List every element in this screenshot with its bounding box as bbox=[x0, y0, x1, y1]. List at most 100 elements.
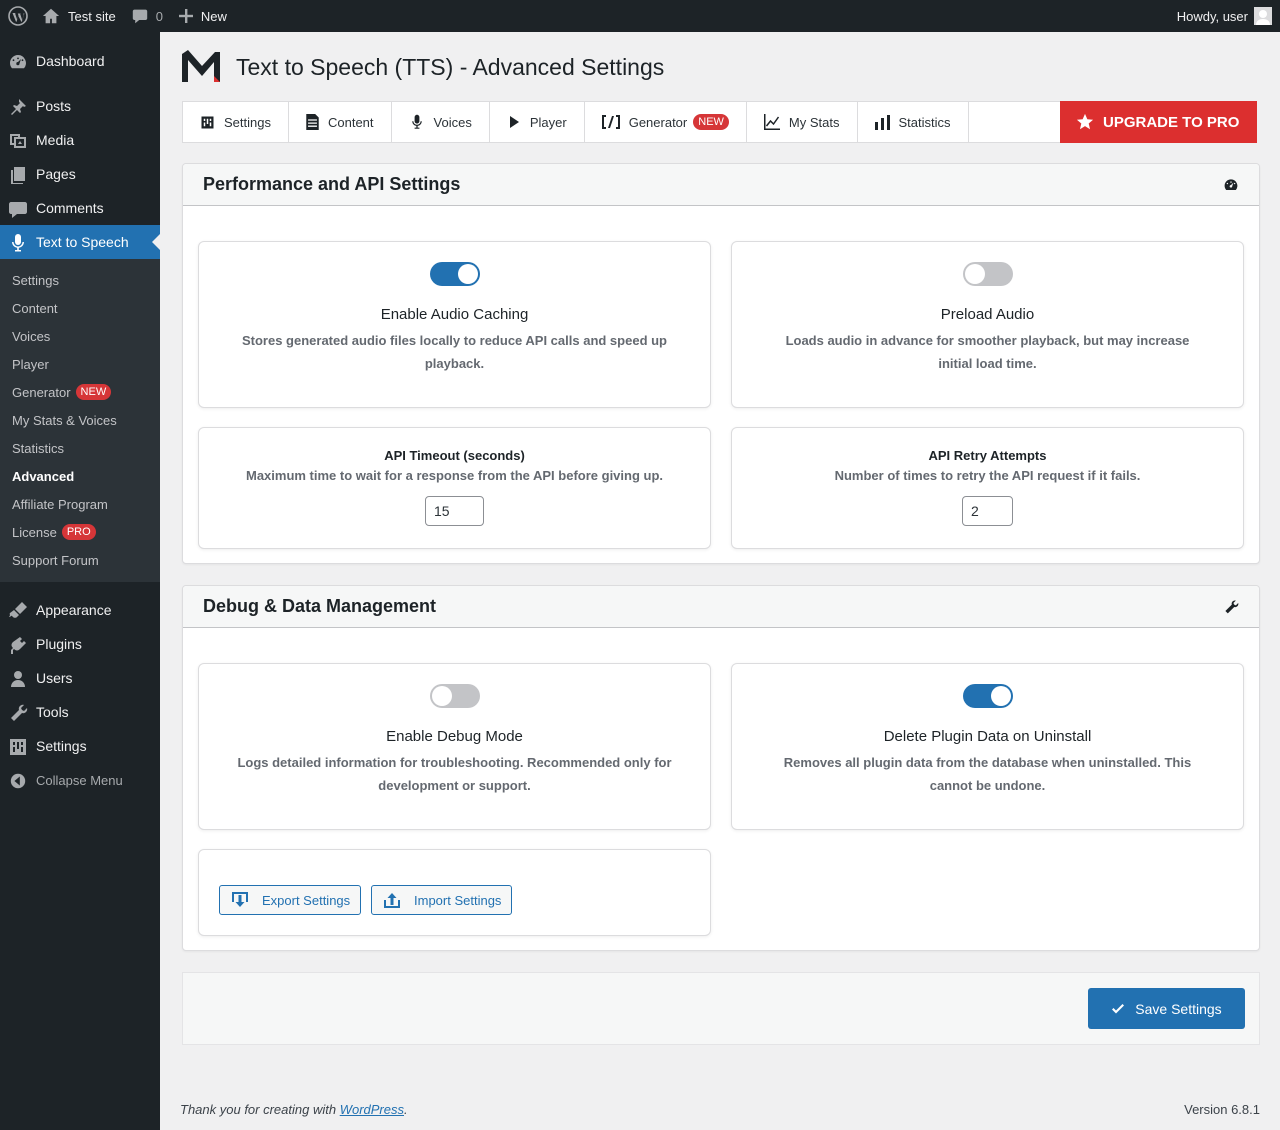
submenu-item-voices[interactable]: Voices bbox=[0, 322, 160, 350]
pages-icon bbox=[8, 165, 28, 185]
tab-statistics[interactable]: Statistics bbox=[858, 102, 969, 142]
submenu-item-player[interactable]: Player bbox=[0, 350, 160, 378]
save-bar: Save Settings bbox=[182, 972, 1260, 1045]
submenu-item-advanced[interactable]: Advanced bbox=[0, 462, 160, 490]
export-settings-button[interactable]: Export Settings bbox=[219, 885, 362, 915]
wrench-icon bbox=[1225, 599, 1239, 613]
chart-bar-icon bbox=[874, 114, 890, 130]
audio-caching-toggle[interactable] bbox=[429, 262, 480, 286]
code-icon bbox=[601, 115, 620, 129]
sidebar-item-dashboard[interactable]: Dashboard bbox=[0, 44, 160, 78]
submenu-item-license[interactable]: License PRO bbox=[0, 518, 160, 546]
submenu-item-settings[interactable]: Settings bbox=[0, 266, 160, 294]
submenu-item-content[interactable]: Content bbox=[0, 294, 160, 322]
footer-version: Version 6.8.1 bbox=[1184, 1102, 1260, 1117]
sidebar-item-pages[interactable]: Pages bbox=[0, 157, 160, 191]
admin-sidebar: Dashboard Posts Media Pages Comments Tex… bbox=[0, 32, 160, 1130]
sidebar-item-settings[interactable]: Settings bbox=[0, 729, 160, 763]
sidebar-item-label: Plugins bbox=[36, 636, 82, 652]
submenu-item-generator[interactable]: Generator NEW bbox=[0, 378, 160, 406]
submenu-item-statistics[interactable]: Statistics bbox=[0, 434, 160, 462]
card-title: Enable Audio Caching bbox=[380, 306, 529, 323]
card-title: Delete Plugin Data on Uninstall bbox=[883, 728, 1092, 745]
text-to-speech-submenu: Settings Content Voices Player Generator… bbox=[0, 259, 160, 582]
comment-icon bbox=[132, 9, 147, 24]
delete-data-toggle[interactable] bbox=[962, 684, 1013, 708]
api-retry-input[interactable] bbox=[962, 496, 1013, 526]
sidebar-item-label: Posts bbox=[36, 98, 72, 114]
save-settings-button[interactable]: Save Settings bbox=[1088, 988, 1245, 1029]
debug-mode-toggle[interactable] bbox=[429, 684, 480, 708]
card-title: API Timeout (seconds) bbox=[384, 448, 525, 463]
admin-bar: Test site 0 New Howdy, user bbox=[0, 0, 1280, 32]
howdy-text: Howdy, user bbox=[1176, 8, 1248, 24]
delete-data-card: Delete Plugin Data on Uninstall Removes … bbox=[731, 663, 1244, 830]
new-label: New bbox=[200, 8, 227, 24]
account-menu[interactable]: Howdy, user bbox=[1177, 0, 1272, 32]
submenu-item-support[interactable]: Support Forum bbox=[0, 546, 160, 574]
submenu-label: Advanced bbox=[12, 468, 75, 484]
panel-header: Debug & Data Management bbox=[183, 586, 1259, 628]
submenu-label: Content bbox=[12, 300, 58, 316]
card-description: Logs detailed information for troublesho… bbox=[237, 755, 672, 793]
tab-generator[interactable]: Generator NEW bbox=[585, 102, 747, 142]
toggle-knob bbox=[457, 264, 478, 284]
tab-player[interactable]: Player bbox=[490, 102, 585, 142]
api-timeout-input[interactable] bbox=[425, 496, 484, 526]
tab-voices[interactable]: Voices bbox=[392, 102, 490, 142]
upgrade-to-pro-button[interactable]: UPGRADE TO PRO bbox=[1060, 101, 1257, 143]
sidebar-item-plugins[interactable]: Plugins bbox=[0, 627, 160, 661]
card-description: Number of times to retry the API request… bbox=[834, 468, 1141, 483]
panel-title: Performance and API Settings bbox=[203, 174, 461, 194]
wordpress-link[interactable]: WordPress bbox=[340, 1102, 404, 1117]
avatar bbox=[1254, 7, 1272, 25]
footer-thanks-suffix: . bbox=[404, 1102, 408, 1117]
wordpress-logo-icon[interactable] bbox=[0, 0, 38, 32]
card-title: API Retry Attempts bbox=[928, 448, 1047, 463]
dashboard-icon bbox=[8, 52, 28, 72]
document-icon bbox=[306, 114, 319, 130]
comments-link[interactable]: 0 bbox=[124, 0, 171, 32]
sidebar-item-text-to-speech[interactable]: Text to Speech bbox=[0, 225, 160, 259]
page-header: Text to Speech (TTS) - Advanced Settings bbox=[182, 50, 664, 84]
footer-thanks-prefix: Thank you for creating with bbox=[180, 1102, 340, 1117]
collapse-label: Collapse Menu bbox=[36, 772, 123, 788]
plus-icon bbox=[178, 9, 193, 23]
sidebar-item-users[interactable]: Users bbox=[0, 661, 160, 695]
sidebar-item-posts[interactable]: Posts bbox=[0, 89, 160, 123]
site-name-link[interactable]: Test site bbox=[38, 0, 124, 32]
sidebar-item-tools[interactable]: Tools bbox=[0, 695, 160, 729]
submenu-label: My Stats & Voices bbox=[12, 412, 117, 428]
sidebar-item-media[interactable]: Media bbox=[0, 123, 160, 157]
microphone-icon bbox=[8, 233, 28, 253]
sidebar-item-appearance[interactable]: Appearance bbox=[0, 593, 160, 627]
submenu-item-my-stats[interactable]: My Stats & Voices bbox=[0, 406, 160, 434]
tab-my-stats[interactable]: My Stats bbox=[747, 102, 858, 142]
sidebar-item-label: Text to Speech bbox=[36, 234, 129, 250]
card-description: Removes all plugin data from the databas… bbox=[783, 755, 1192, 793]
new-content-link[interactable]: New bbox=[171, 0, 235, 32]
upload-icon bbox=[384, 893, 400, 908]
pin-icon bbox=[8, 97, 28, 117]
import-settings-button[interactable]: Import Settings bbox=[371, 885, 513, 915]
toggle-knob bbox=[431, 686, 452, 706]
tab-settings[interactable]: Settings bbox=[183, 102, 289, 142]
button-label: Save Settings bbox=[1135, 1000, 1222, 1017]
api-retry-card: API Retry Attempts Number of times to re… bbox=[731, 427, 1244, 549]
collapse-menu-button[interactable]: Collapse Menu bbox=[0, 763, 160, 797]
submenu-label: Generator bbox=[12, 384, 71, 400]
tab-content[interactable]: Content bbox=[289, 102, 392, 142]
card-description: Loads audio in advance for smoother play… bbox=[785, 333, 1190, 371]
sidebar-item-comments[interactable]: Comments bbox=[0, 191, 160, 225]
tab-label: Content bbox=[327, 114, 374, 130]
wrench-icon bbox=[8, 703, 28, 723]
submenu-item-affiliate[interactable]: Affiliate Program bbox=[0, 490, 160, 518]
tab-label: Settings bbox=[224, 114, 271, 130]
preload-audio-toggle[interactable] bbox=[962, 262, 1013, 286]
home-icon bbox=[42, 8, 60, 24]
performance-panel: Performance and API Settings Enable Audi… bbox=[182, 163, 1260, 564]
submenu-label: Affiliate Program bbox=[12, 496, 108, 512]
sidebar-item-label: Dashboard bbox=[36, 53, 105, 69]
chart-line-icon bbox=[763, 114, 780, 130]
checkmark-icon bbox=[1112, 1003, 1125, 1013]
